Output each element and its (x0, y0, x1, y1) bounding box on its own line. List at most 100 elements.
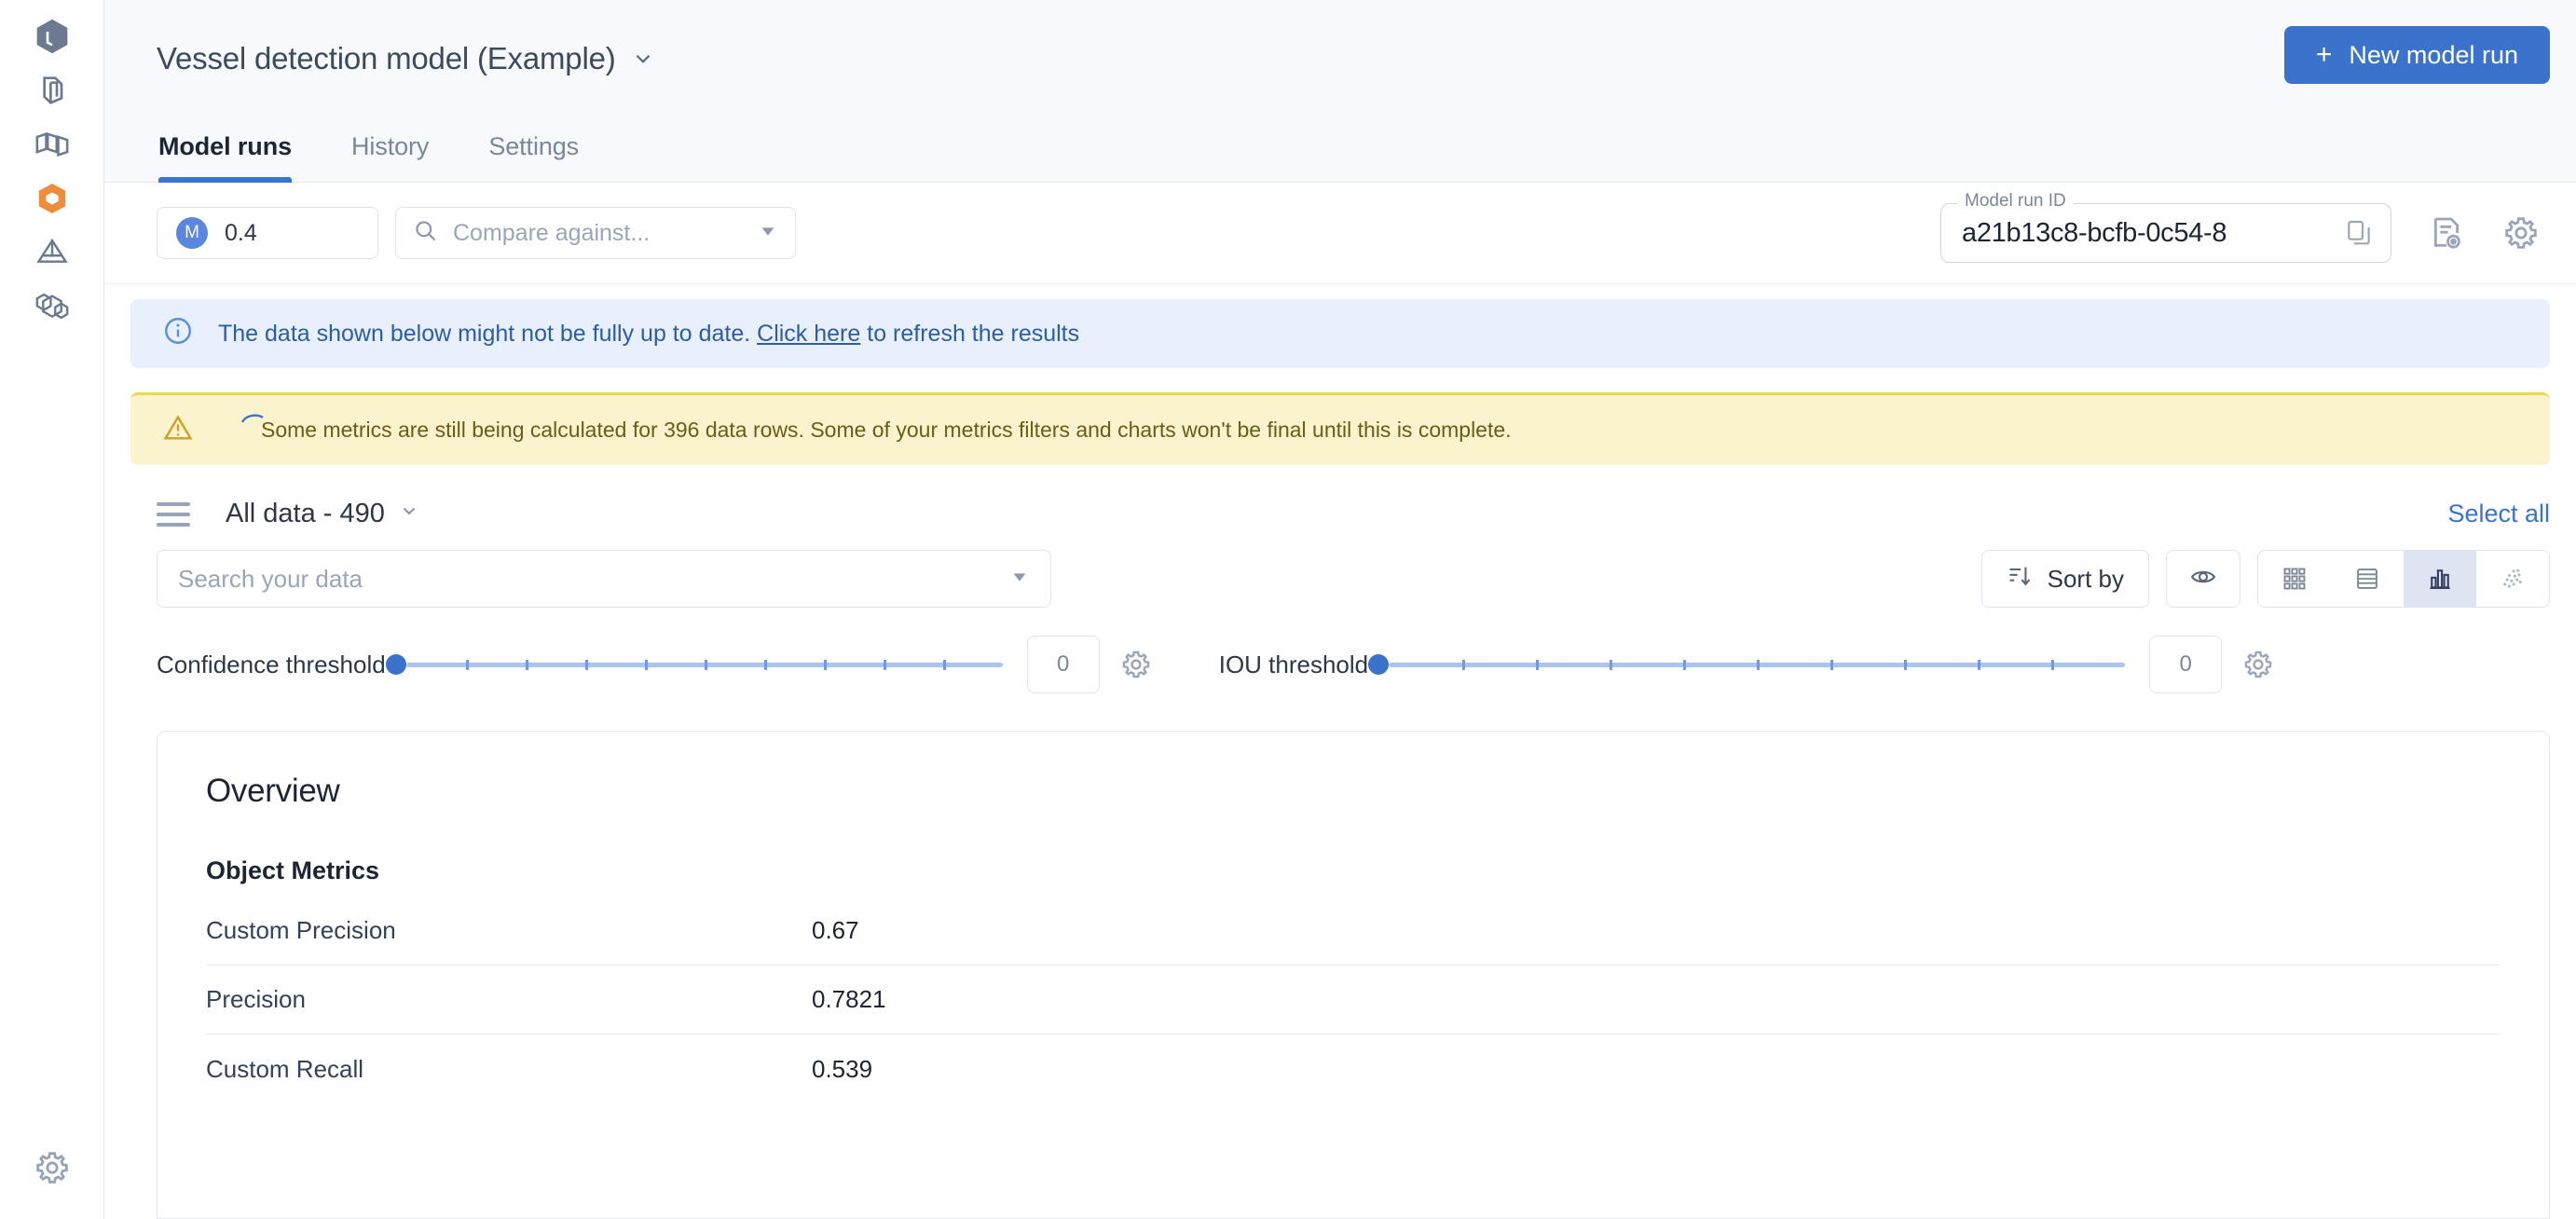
compare-against-select[interactable]: Compare against... (395, 207, 796, 259)
app-root: Vessel detection model (Example) + New m… (0, 0, 2576, 1219)
search-icon (413, 218, 438, 248)
chevron-down-icon[interactable] (631, 47, 655, 71)
tab-model-runs[interactable]: Model runs (158, 132, 292, 183)
compare-placeholder: Compare against... (453, 219, 651, 246)
banner-area: The data shown below might not be fully … (104, 284, 2576, 465)
object-metrics-heading: Object Metrics (206, 856, 380, 884)
overview-card: Overview Object Metrics Custom Precision… (157, 731, 2550, 1219)
layers-icon (34, 71, 71, 110)
warning-banner: Some metrics are still being calculated … (130, 392, 2550, 465)
sidebar-item-datasets[interactable] (0, 9, 104, 63)
info-text-before: The data shown below might not be fully … (218, 320, 758, 347)
new-model-run-button[interactable]: + New model run (2283, 26, 2550, 84)
info-banner: The data shown below might not be fully … (130, 299, 2550, 368)
sidebar-item-integrations[interactable] (0, 280, 104, 334)
model-run-id-legend: Model run ID (1957, 191, 2074, 212)
chevron-down-icon[interactable] (758, 221, 778, 246)
workflows-icon (33, 125, 72, 164)
metric-value: 0.7821 (812, 985, 886, 1013)
info-banner-text: The data shown below might not be fully … (218, 321, 1079, 348)
chevron-down-icon[interactable] (1009, 567, 1030, 592)
iou-slider-track[interactable] (1389, 659, 2126, 670)
sort-by-button[interactable]: Sort by (1980, 550, 2149, 608)
confidence-track-wrap[interactable] (385, 651, 1003, 678)
slider-tick (644, 659, 648, 670)
all-data-label: All data - 490 (226, 499, 385, 528)
project-selector[interactable]: Vessel detection model (Example) (157, 41, 655, 76)
iou-slider-thumb[interactable] (1368, 654, 1390, 675)
info-text-after: to refresh the results (860, 320, 1080, 347)
warning-banner-text: Some metrics are still being calculated … (261, 418, 1512, 442)
confidence-threshold-value[interactable]: 0 (1026, 636, 1100, 693)
confidence-slider-thumb[interactable] (385, 654, 406, 675)
sidebar-item-models[interactable] (0, 171, 104, 226)
tab-settings[interactable]: Settings (488, 132, 579, 182)
new-model-run-label: New model run (2349, 40, 2518, 69)
search-input[interactable]: Search your data (157, 550, 1051, 608)
model-run-id-field[interactable]: Model run ID a21b13c8-bcfb-0c54-8 (1940, 191, 2391, 263)
toggle-visibility-button[interactable] (2166, 550, 2240, 608)
hamburger-line (157, 512, 190, 516)
gear-icon[interactable] (2492, 204, 2550, 262)
model-run-id-value: a21b13c8-bcfb-0c54-8 (1962, 217, 2227, 248)
slider-tick (704, 659, 707, 670)
filter-bar: M 0.4 Compare against... Model run ID a2… (104, 183, 2576, 284)
hamburger-line (157, 501, 190, 506)
page-title: Vessel detection model (Example) (157, 41, 616, 75)
iou-threshold-label: IOU threshold (1218, 650, 1369, 678)
model-threshold-value: 0.4 (225, 219, 257, 246)
table-row: Custom Recall 0.539 (206, 1034, 2501, 1103)
sidebar-item-analytics[interactable] (0, 226, 104, 280)
analytics-icon (33, 234, 72, 271)
model-run-id-box[interactable]: a21b13c8-bcfb-0c54-8 (1940, 203, 2391, 263)
slider-tick (942, 659, 946, 670)
table-row: Precision 0.7821 (206, 966, 2501, 1034)
slider-tick (1536, 659, 1540, 670)
confidence-settings-gear-icon[interactable] (1120, 649, 1152, 680)
grid-view-icon[interactable] (2258, 551, 2331, 607)
iou-threshold-slider: IOU threshold 0 (1219, 636, 2274, 693)
sidebar (0, 0, 104, 1219)
sidebar-item-settings[interactable] (0, 1149, 104, 1191)
slider-tick (823, 659, 827, 670)
list-view-icon[interactable] (2331, 551, 2404, 607)
sidebar-items (0, 0, 103, 334)
confidence-threshold-label: Confidence threshold (157, 650, 386, 678)
sidebar-item-workflows[interactable] (0, 117, 104, 171)
slider-tick (883, 659, 886, 670)
chart-view-icon[interactable] (2404, 551, 2476, 607)
page-header: Vessel detection model (Example) + New m… (104, 0, 2576, 183)
slider-tick (1757, 659, 1761, 670)
all-data-selector[interactable]: All data - 490 (226, 499, 420, 529)
gear-icon (34, 1149, 71, 1191)
scatter-view-icon[interactable] (2476, 551, 2549, 607)
slider-tick (2051, 659, 2055, 670)
slider-tick (763, 659, 767, 670)
tab-history[interactable]: History (351, 132, 429, 182)
slider-tick (584, 659, 588, 670)
confidence-slider-track[interactable] (405, 659, 1003, 670)
iou-settings-gear-icon[interactable] (2242, 649, 2274, 680)
metric-name: Custom Recall (206, 1054, 364, 1083)
hamburger-icon[interactable] (157, 501, 190, 527)
header-top-row: Vessel detection model (Example) + New m… (157, 0, 2550, 84)
slider-tick (1830, 659, 1834, 670)
models-icon (34, 179, 71, 218)
slider-tick (465, 659, 469, 670)
slider-tick (1683, 659, 1687, 670)
search-row: Search your data Sort by (104, 529, 2576, 608)
data-toolbar: All data - 490 Select all (104, 465, 2576, 529)
slider-tick (1610, 659, 1613, 670)
select-all-link[interactable]: Select all (2447, 500, 2550, 528)
avatar: M (176, 217, 208, 249)
copy-icon[interactable] (2344, 218, 2374, 248)
chevron-down-icon (398, 499, 420, 529)
sidebar-item-annotate[interactable] (0, 63, 104, 117)
refresh-results-link[interactable]: Click here (757, 321, 860, 347)
model-threshold-chip[interactable]: M 0.4 (157, 207, 378, 259)
iou-track-wrap[interactable] (1368, 651, 2126, 678)
table-row: Custom Precision 0.67 (206, 897, 2501, 966)
iou-threshold-value[interactable]: 0 (2149, 636, 2223, 693)
overview-title: Overview (206, 773, 340, 809)
report-preview-icon[interactable] (2418, 204, 2475, 262)
